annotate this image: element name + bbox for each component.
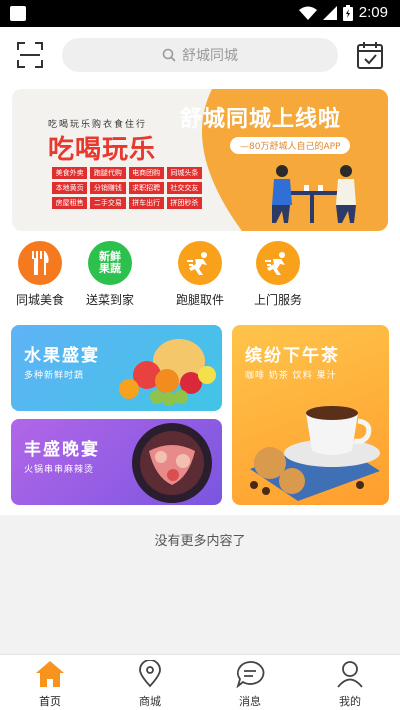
nav-label: 消息 — [239, 695, 261, 708]
map-pin-icon — [139, 659, 161, 688]
quick-entry-home-service[interactable]: 上门服务 — [238, 241, 318, 308]
card-title: 缤纷下午茶 — [245, 346, 340, 366]
nav-label: 首页 — [39, 695, 61, 708]
card-subtitle: 多种新鲜时蔬 — [24, 371, 85, 381]
banner-tag: 本地黄页 — [52, 182, 88, 194]
fork-knife-icon — [18, 241, 62, 285]
banner-tag-grid: 美食外卖 跑腿代购 电商团购 同城头条 本地黄页 分销赚钱 求职招聘 社交交友 … — [52, 167, 202, 209]
card-dinner-feast[interactable]: 丰盛晚宴 火锅串串麻辣烫 — [11, 419, 222, 505]
card-title: 丰盛晚宴 — [24, 440, 100, 460]
top-bar: 舒城同城 — [0, 27, 400, 85]
quick-entry-label: 跑腿取件 — [175, 293, 224, 307]
fruit-basket-illustration — [119, 339, 216, 406]
user-icon — [337, 661, 363, 688]
banner-tag: 电商团购 — [128, 167, 164, 179]
quick-entry-food[interactable]: 同城美食 — [0, 241, 80, 308]
card-title: 水果盛宴 — [24, 346, 100, 366]
wifi-icon — [298, 6, 317, 20]
battery-icon — [342, 4, 353, 21]
banner-tag: 求职招聘 — [128, 182, 164, 194]
search-bar[interactable]: 舒城同城 — [62, 38, 338, 72]
search-placeholder: 舒城同城 — [182, 48, 238, 64]
home-icon — [36, 661, 64, 687]
banner-tag: 分销赚钱 — [90, 182, 126, 194]
fresh-produce-icon: 新鲜果蔬 — [88, 241, 132, 285]
clock: 2:09 — [358, 4, 388, 21]
no-more-content: 没有更多内容了 — [154, 534, 246, 549]
nav-label: 我的 — [339, 695, 361, 708]
nav-mall[interactable]: 商城 — [100, 655, 200, 710]
status-bar: 2:09 — [0, 0, 400, 27]
quick-entry-row: 同城美食 新鲜果蔬 送菜到家 跑腿取件 上门服务 — [0, 235, 400, 315]
quick-entry-label: 送菜到家 — [85, 293, 134, 307]
card-subtitle: 咖啡 奶茶 饮料 果汁 — [245, 371, 337, 381]
banner-tag: 同城头条 — [166, 167, 202, 179]
banner-tag: 美食外卖 — [52, 167, 88, 179]
banner-tag: 跑腿代购 — [90, 167, 126, 179]
banner-tag: 拼车出行 — [128, 197, 164, 209]
nav-label: 商城 — [139, 695, 161, 708]
nav-messages[interactable]: 消息 — [200, 655, 300, 710]
people-dining-illustration — [272, 165, 356, 223]
card-subtitle: 火锅串串麻辣烫 — [24, 465, 95, 475]
bottom-nav: 首页 商城 消息 我的 — [0, 654, 400, 710]
chat-bubble-icon — [236, 661, 265, 689]
quick-entry-errand[interactable]: 跑腿取件 — [160, 241, 240, 308]
banner-headline: 舒城同城上线啦 — [180, 107, 342, 132]
hotpot-illustration — [132, 423, 212, 503]
home-content: 吃喝玩乐购衣食住行 吃喝玩乐 美食外卖 跑腿代购 电商团购 同城头条 本地黄页 … — [0, 85, 400, 515]
signal-icon — [322, 5, 337, 20]
promo-banner[interactable]: 吃喝玩乐购衣食住行 吃喝玩乐 美食外卖 跑腿代购 电商团购 同城头条 本地黄页 … — [12, 89, 388, 231]
banner-tag: 二手交易 — [90, 197, 126, 209]
banner-pill: —80万舒城人自己的APP — [230, 137, 351, 154]
card-fruit-feast[interactable]: 水果盛宴 多种新鲜时蔬 — [11, 325, 222, 411]
coffee-cup-illustration — [250, 406, 380, 501]
scan-icon[interactable] — [16, 41, 44, 69]
search-icon — [162, 48, 176, 62]
banner-tag: 拼团秒杀 — [166, 197, 202, 209]
banner-tag: 社交交友 — [166, 182, 202, 194]
nav-profile[interactable]: 我的 — [300, 655, 400, 710]
runner-icon — [178, 241, 222, 285]
quick-entry-label: 同城美食 — [15, 293, 64, 307]
quick-entry-groceries[interactable]: 新鲜果蔬 送菜到家 — [70, 241, 150, 308]
banner-tag: 房屋租售 — [52, 197, 88, 209]
calendar-check-icon[interactable] — [356, 40, 384, 70]
card-afternoon-tea[interactable]: 缤纷下午茶 咖啡 奶茶 饮料 果汁 — [232, 325, 389, 505]
quick-entry-label: 上门服务 — [253, 293, 302, 307]
banner-slogan-big: 吃喝玩乐 — [48, 135, 157, 165]
runner-icon — [256, 241, 300, 285]
nav-home[interactable]: 首页 — [0, 655, 100, 710]
notification-icon — [10, 6, 26, 21]
